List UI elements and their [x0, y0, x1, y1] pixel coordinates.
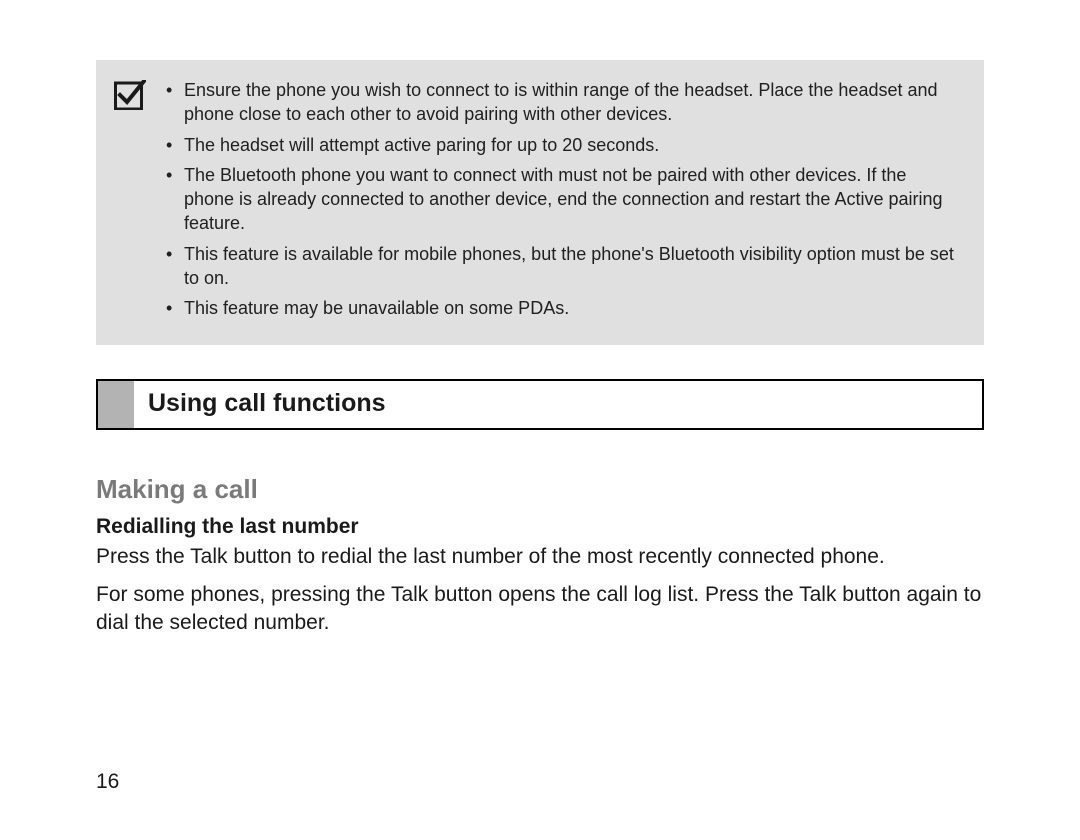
sub-subheading: Redialling the last number	[96, 515, 984, 539]
note-bullet: The headset will attempt active paring f…	[184, 133, 960, 157]
checkbox-note-icon	[114, 80, 146, 110]
note-icon-column	[114, 78, 160, 327]
section-heading: Using call functions	[134, 381, 982, 428]
note-box: Ensure the phone you wish to connect to …	[96, 60, 984, 345]
page-number: 16	[96, 770, 119, 794]
note-bullet: Ensure the phone you wish to connect to …	[184, 78, 960, 127]
note-bullet: This feature is available for mobile pho…	[184, 242, 960, 291]
manual-page: Ensure the phone you wish to connect to …	[0, 0, 1080, 840]
subheading: Making a call	[96, 474, 984, 505]
body-paragraph: Press the Talk button to redial the last…	[96, 543, 984, 571]
note-bullet: The Bluetooth phone you want to connect …	[184, 163, 960, 236]
body-paragraph: For some phones, pressing the Talk butto…	[96, 581, 984, 638]
section-heading-accent	[98, 381, 134, 428]
section-heading-bar: Using call functions	[96, 379, 984, 430]
note-bullet-list: Ensure the phone you wish to connect to …	[160, 78, 960, 327]
note-bullet: This feature may be unavailable on some …	[184, 296, 960, 320]
